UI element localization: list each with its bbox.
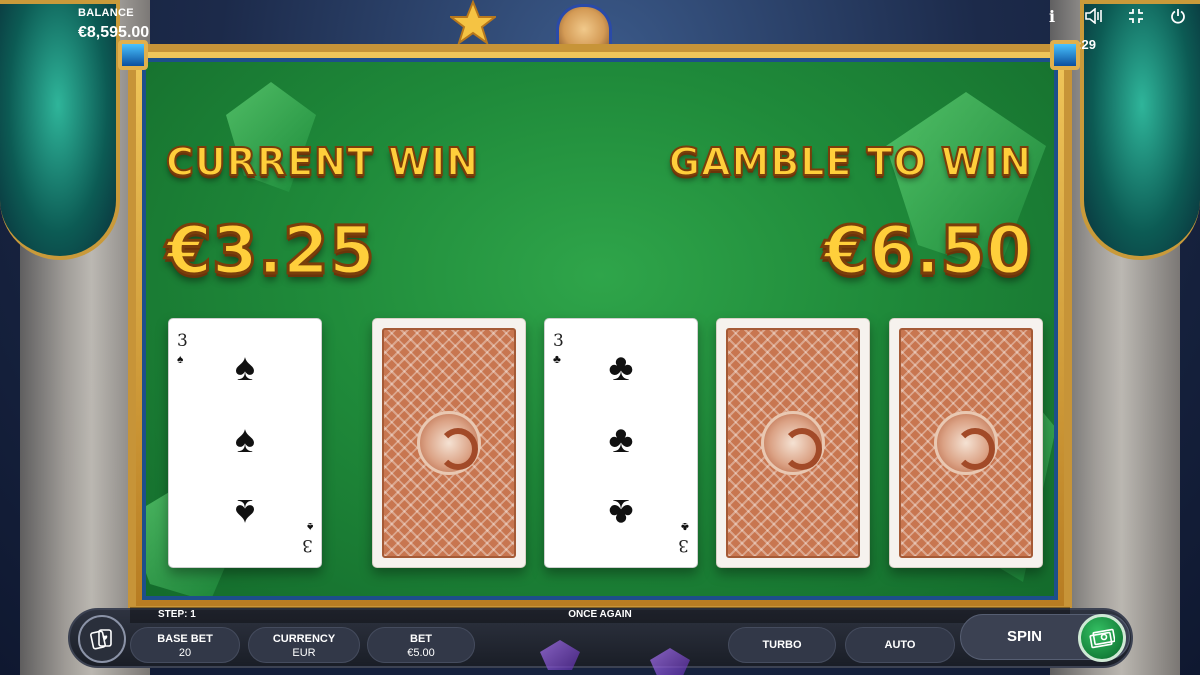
card-back-emblem (417, 411, 481, 475)
card-3-of-spades: 3 ♠ ♠ ♠ ♠ ♠ 3 (168, 318, 322, 568)
bet-button[interactable]: BET €5.00 (367, 627, 475, 663)
auto-button[interactable]: AUTO (845, 627, 955, 663)
current-win-label: CURRENT WIN (165, 139, 480, 185)
frame-corner-gem (118, 40, 148, 70)
power-icon[interactable] (1168, 6, 1188, 26)
spade-icon: ♠ (306, 520, 313, 534)
bet-value: €5.00 (407, 647, 435, 659)
card-rank: 3 (553, 331, 564, 351)
base-bet-button[interactable]: BASE BET 20 (130, 627, 240, 663)
background-drape-right (1080, 0, 1200, 260)
gamble-table: CURRENT WIN €3.25 GAMBLE TO WIN €6.50 3 … (142, 58, 1058, 600)
mascot-avatar (556, 4, 612, 44)
frame-corner-gem (1050, 40, 1080, 70)
card-face-down[interactable] (372, 318, 526, 568)
club-icon: ♣ (553, 352, 561, 366)
card-back-pattern (899, 328, 1033, 558)
spade-icon: ♠ (234, 419, 256, 461)
club-icon: ♣ (608, 419, 634, 461)
star-icon (450, 0, 496, 46)
hud-icon-bar: i (1042, 6, 1188, 26)
info-icon[interactable]: i (1042, 6, 1062, 26)
bet-label: BET (410, 633, 432, 645)
card-rank: 3 (177, 331, 188, 351)
menu-button[interactable] (78, 615, 126, 663)
base-bet-label: BASE BET (157, 633, 213, 645)
spin-round-button[interactable] (1078, 614, 1126, 662)
balance-label: BALANCE (78, 7, 134, 19)
card-face-down[interactable] (889, 318, 1043, 568)
status-message: ONCE AGAIN (568, 609, 632, 620)
club-icon: ♣ (608, 491, 634, 533)
money-icon (1089, 628, 1115, 649)
gamble-to-win-label: GAMBLE TO WIN (668, 139, 1032, 185)
status-strip: STEP: 1 ONCE AGAIN (130, 607, 1070, 623)
currency-value: EUR (292, 647, 316, 659)
fullscreen-icon[interactable] (1126, 6, 1146, 26)
club-icon: ♣ (608, 347, 634, 389)
card-back-pattern (726, 328, 860, 558)
base-bet-value: 20 (178, 647, 192, 659)
card-back-pattern (382, 328, 516, 558)
card-back-emblem (761, 411, 825, 475)
spade-icon: ♠ (234, 491, 256, 533)
card-back-emblem (934, 411, 998, 475)
spade-icon: ♠ (234, 347, 256, 389)
current-win-value: €3.25 (165, 211, 377, 291)
spade-icon: ♠ (177, 352, 184, 366)
card-3-of-clubs: 3 ♣ ♣ ♣ ♣ ♣ 3 (544, 318, 698, 568)
gamble-to-win-value: €6.50 (822, 211, 1034, 291)
card-rank: 3 (302, 535, 313, 555)
turbo-button[interactable]: TURBO (728, 627, 836, 663)
sound-icon[interactable] (1084, 6, 1104, 26)
currency-label: CURRENCY (272, 633, 336, 645)
currency-button[interactable]: CURRENCY EUR (248, 627, 360, 663)
club-icon: ♣ (681, 520, 689, 534)
card-rank: 3 (678, 535, 689, 555)
cards-icon (90, 629, 112, 650)
gamble-frame: CURRENT WIN €3.25 GAMBLE TO WIN €6.50 3 … (128, 44, 1072, 614)
card-face-down[interactable] (716, 318, 870, 568)
